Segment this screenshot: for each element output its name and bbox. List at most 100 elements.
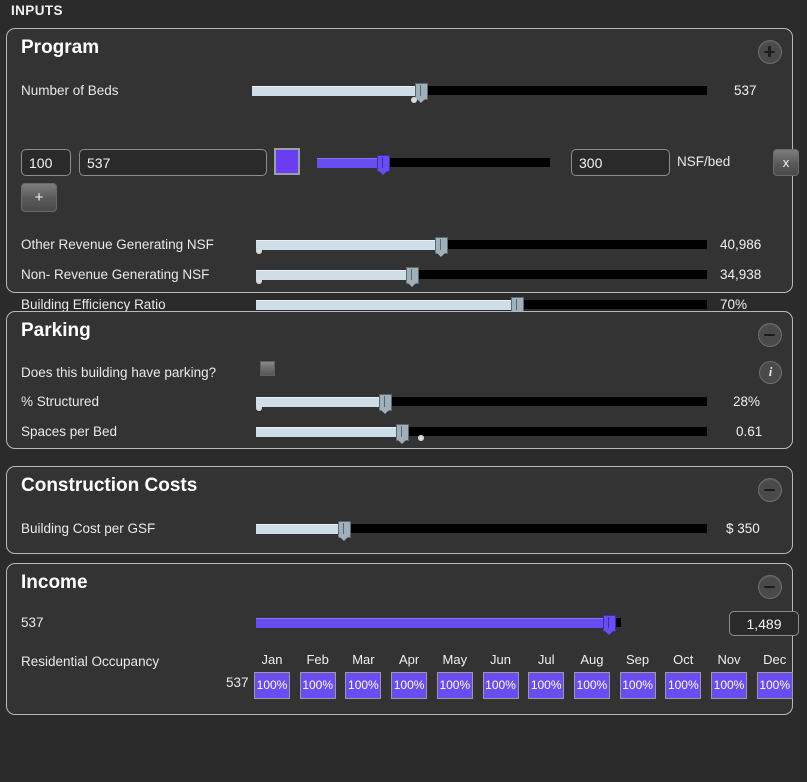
panel-program-title: Program bbox=[21, 37, 100, 58]
component-nsf-unit-label: NSF/bed bbox=[677, 154, 731, 169]
slider-handle-tip bbox=[379, 408, 391, 414]
slider-building-efficiency-ratio[interactable] bbox=[256, 297, 707, 317]
slider-handle-tip bbox=[396, 438, 408, 444]
occupancy-cell-dec[interactable]: 100% bbox=[756, 672, 793, 699]
occupancy-cell-nov[interactable]: 100% bbox=[711, 672, 747, 699]
panel-construction-costs: Construction Costs Building Cost per GSF… bbox=[6, 466, 793, 554]
value-spaces-per-bed: 0.61 bbox=[736, 424, 763, 439]
component-nsf-input[interactable] bbox=[571, 149, 670, 176]
label-building-cost-per-gsf: Building Cost per GSF bbox=[21, 521, 156, 536]
month-label-aug: Aug bbox=[580, 652, 604, 667]
label-income-rate: 537 bbox=[21, 615, 44, 630]
slider-handle-tip bbox=[603, 629, 615, 635]
occupancy-cell-oct[interactable]: 100% bbox=[665, 672, 702, 699]
slider-handle-tip bbox=[406, 281, 418, 287]
slider-fill bbox=[317, 158, 382, 168]
plus-icon[interactable] bbox=[758, 40, 782, 64]
panel-parking-title: Parking bbox=[21, 320, 91, 341]
slider-handle[interactable] bbox=[406, 267, 419, 287]
panel-program: Program Number of Beds 537 NSF/bed x + O… bbox=[6, 28, 799, 317]
occupancy-cell-apr[interactable]: 100% bbox=[391, 672, 428, 699]
slider-fill bbox=[256, 300, 516, 310]
label-spaces-per-bed: Spaces per Bed bbox=[21, 424, 118, 439]
slider-number-of-beds[interactable] bbox=[252, 83, 707, 103]
page-title: INPUTS bbox=[11, 3, 63, 18]
value-building-efficiency-ratio: 70% bbox=[720, 297, 748, 312]
panel-income: Income 537 Residential Occupancy 537 Jan… bbox=[6, 563, 799, 715]
slider-component-share[interactable] bbox=[317, 155, 550, 175]
value-other-revenue-nsf: 40,986 bbox=[720, 237, 762, 252]
month-label-mar: Mar bbox=[352, 652, 375, 667]
slider-fill bbox=[256, 240, 440, 250]
value-percent-structured: 28% bbox=[733, 394, 761, 409]
occupancy-cell-may[interactable]: 100% bbox=[436, 672, 473, 699]
inputs-app: INPUTS Program Number of Beds 537 NSF/be… bbox=[0, 0, 807, 782]
info-icon[interactable]: i bbox=[759, 361, 782, 384]
minus-icon[interactable] bbox=[758, 323, 782, 347]
slider-fill bbox=[256, 427, 401, 437]
income-rate-input[interactable] bbox=[729, 611, 799, 636]
label-occupancy-row: 537 bbox=[226, 675, 249, 690]
occupancy-cell-aug[interactable]: 100% bbox=[573, 672, 610, 699]
value-number-of-beds: 537 bbox=[734, 83, 757, 98]
occupancy-cell-mar[interactable]: 100% bbox=[345, 672, 382, 699]
value-non-revenue-nsf: 34,938 bbox=[720, 267, 762, 282]
slider-handle[interactable] bbox=[338, 521, 351, 541]
label-building-efficiency-ratio: Building Efficiency Ratio bbox=[21, 297, 166, 312]
slider-marker-dot bbox=[418, 435, 424, 441]
month-label-dec: Dec bbox=[763, 652, 787, 667]
component-color-swatch[interactable] bbox=[274, 148, 300, 175]
slider-other-revenue-nsf[interactable] bbox=[256, 237, 707, 257]
occupancy-cell-jul[interactable]: 100% bbox=[528, 672, 565, 699]
minus-icon[interactable] bbox=[758, 478, 782, 502]
slider-fill bbox=[256, 524, 343, 534]
slider-fill bbox=[252, 86, 420, 96]
slider-non-revenue-nsf[interactable] bbox=[256, 267, 707, 287]
panel-income-title: Income bbox=[21, 572, 88, 593]
component-add-button[interactable]: + bbox=[21, 183, 57, 212]
month-label-feb: Feb bbox=[306, 652, 329, 667]
panel-construction-costs-title: Construction Costs bbox=[21, 475, 198, 496]
month-label-oct: Oct bbox=[673, 652, 694, 667]
slider-marker-dot bbox=[411, 97, 417, 103]
month-label-may: May bbox=[442, 652, 468, 667]
slider-handle[interactable] bbox=[435, 237, 448, 257]
slider-percent-structured[interactable] bbox=[256, 394, 707, 414]
slider-handle-tip bbox=[377, 169, 389, 175]
month-label-nov: Nov bbox=[717, 652, 741, 667]
slider-handle[interactable] bbox=[396, 424, 409, 444]
occupancy-cell-jun[interactable]: 100% bbox=[482, 672, 519, 699]
occupancy-cell-feb[interactable]: 100% bbox=[299, 672, 336, 699]
slider-fill bbox=[256, 270, 411, 280]
component-count-input[interactable] bbox=[21, 149, 71, 176]
label-other-revenue-nsf: Other Revenue Generating NSF bbox=[21, 237, 214, 252]
slider-handle[interactable] bbox=[377, 155, 390, 175]
label-non-revenue-nsf: Non- Revenue Generating NSF bbox=[21, 267, 210, 282]
component-name-input[interactable] bbox=[79, 149, 267, 176]
label-has-parking: Does this building have parking? bbox=[21, 365, 217, 380]
slider-building-cost-per-gsf[interactable] bbox=[256, 521, 707, 541]
minus-icon[interactable] bbox=[758, 575, 782, 599]
label-percent-structured: % Structured bbox=[21, 394, 100, 409]
component-remove-button[interactable]: x bbox=[773, 149, 799, 176]
slider-handle-tip bbox=[338, 535, 350, 541]
slider-handle[interactable] bbox=[379, 394, 392, 414]
slider-handle-tip bbox=[435, 251, 447, 257]
month-label-sep: Sep bbox=[626, 652, 650, 667]
label-residential-occupancy: Residential Occupancy bbox=[21, 654, 160, 669]
slider-spaces-per-bed[interactable] bbox=[256, 424, 707, 444]
month-label-jun: Jun bbox=[490, 652, 511, 667]
slider-handle[interactable] bbox=[415, 83, 428, 103]
slider-income-rate[interactable] bbox=[256, 615, 621, 635]
label-number-of-beds: Number of Beds bbox=[21, 83, 119, 98]
month-label-apr: Apr bbox=[398, 652, 420, 667]
slider-marker-dot bbox=[256, 405, 262, 411]
slider-marker-dot bbox=[256, 278, 262, 284]
occupancy-cell-jan[interactable]: 100% bbox=[254, 672, 290, 699]
slider-fill bbox=[256, 397, 384, 407]
has-parking-checkbox[interactable] bbox=[260, 361, 275, 376]
month-label-jul: Jul bbox=[537, 652, 555, 667]
occupancy-cell-sep[interactable]: 100% bbox=[619, 672, 656, 699]
slider-handle[interactable] bbox=[603, 615, 616, 635]
slider-marker-dot bbox=[256, 248, 262, 254]
